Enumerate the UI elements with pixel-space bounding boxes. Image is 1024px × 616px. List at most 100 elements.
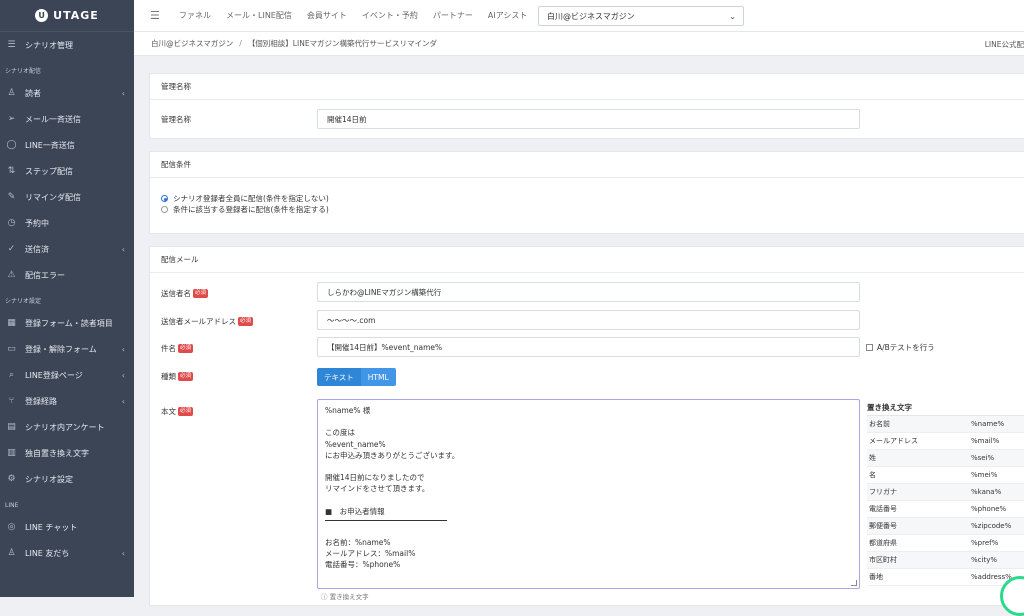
nav-link-mail-line[interactable]: メール・LINE配信 xyxy=(226,10,292,21)
ab-test-checkbox-row[interactable]: A/Bテストを行う xyxy=(866,342,935,353)
sidebar-item[interactable]: ▭ 登録・解除フォーム ‹ xyxy=(0,336,134,362)
required-badge: 必須 xyxy=(178,407,194,416)
body-line: %event_name% xyxy=(325,439,386,449)
replacement-code: %phone% xyxy=(971,505,1007,513)
sidebar-item[interactable]: ▦ 登録フォーム・読者項目 xyxy=(0,310,134,336)
breadcrumb-account[interactable]: 白川@ビジネスマガジン xyxy=(151,38,233,49)
card-header: 配信条件 xyxy=(150,152,1024,178)
replacement-row[interactable]: 名 %mei% xyxy=(867,467,1024,484)
sidebar-item-label: 予約中 xyxy=(25,218,49,228)
replacement-table: 置き換え文字 お名前 %name% メールアドレス %mail% 姓 %sei% 名 %mei… xyxy=(867,399,1024,586)
replacement-row[interactable]: メールアドレス %mail% xyxy=(867,433,1024,450)
logo[interactable]: U UTAGE xyxy=(0,0,134,32)
doc-icon: ▥ xyxy=(7,448,16,458)
subject-label: 件名 必須 xyxy=(161,343,194,354)
subject-input[interactable]: 【開催14日前】%event_name% xyxy=(317,337,860,357)
replacement-code: %zipcode% xyxy=(971,522,1012,530)
replacement-name: 姓 xyxy=(869,454,876,462)
radio-button[interactable] xyxy=(161,206,168,213)
replacement-name: 番地 xyxy=(869,573,883,581)
replacement-row[interactable]: 都道府県 %pref% xyxy=(867,535,1024,552)
chevron-left-icon: ‹ xyxy=(121,244,125,254)
required-badge: 必須 xyxy=(178,344,194,353)
delivery-mail-card: 配信メール 送信者名 必須 しらかわ@LINEマガジン構築代行 送信者メールアド… xyxy=(149,246,1024,606)
chat-bubbles-icon: ◎ xyxy=(7,522,16,532)
sidebar-item[interactable]: ▤ シナリオ内アンケート xyxy=(0,414,134,440)
nav-link-funnel[interactable]: ファネル xyxy=(179,10,211,21)
user-icon: ♙ xyxy=(7,548,16,558)
sidebar-item[interactable]: ▥ 独自置き換え文字 xyxy=(0,440,134,466)
account-select[interactable]: 白川@ビジネスマガジン ⌄ xyxy=(538,6,744,26)
type-text-button[interactable]: テキスト xyxy=(317,368,361,386)
breadcrumb-scenario[interactable]: 【個別相談】LINEマガジン構築代行サービスリマインダ xyxy=(248,38,437,49)
replacement-name: 名 xyxy=(869,471,876,479)
route-icon: ⑂ xyxy=(8,396,15,406)
sidebar-item[interactable]: ⚙ シナリオ設定 xyxy=(0,466,134,492)
sidebar-item[interactable]: ◷ 予約中 xyxy=(0,210,134,236)
replacement-row[interactable]: 市区町村 %city% xyxy=(867,552,1024,569)
label-text: 件名 xyxy=(161,344,176,353)
sidebar-item-label: 配信エラー xyxy=(25,270,65,280)
replacement-row[interactable]: フリガナ %kana% xyxy=(867,484,1024,501)
body-line xyxy=(325,416,852,427)
list-icon: ☰ xyxy=(7,40,16,50)
replacement-name: メールアドレス xyxy=(869,437,918,445)
sidebar-item[interactable]: ⇅ ステップ配信 xyxy=(0,158,134,184)
hamburger-menu-icon[interactable]: ☰ xyxy=(150,9,164,22)
body-line: この度は xyxy=(325,428,355,438)
sidebar-item[interactable]: ✎ リマインダ配信 xyxy=(0,184,134,210)
condition-option-filtered[interactable]: 条件に該当する登録者に配信(条件を指定する) xyxy=(161,204,329,215)
ab-test-label: A/Bテストを行う xyxy=(877,343,935,352)
replacement-row[interactable]: 郵便番号 %zipcode% xyxy=(867,518,1024,535)
sidebar-item[interactable]: ♙ 読者 ‹ xyxy=(0,80,134,106)
replacement-row[interactable]: 番地 %address% xyxy=(867,569,1024,586)
check-icon: ✓ xyxy=(7,244,16,254)
sidebar-item[interactable]: ✓ 送信済 ‹ xyxy=(0,236,134,262)
resize-handle[interactable] xyxy=(851,580,857,586)
replacement-hint[interactable]: ⓘ 置き換え文字 xyxy=(321,591,369,601)
sidebar-item[interactable]: ⑂ 登録経路 ‹ xyxy=(0,388,134,414)
sidebar-item[interactable]: ⌕ LINE登録ページ ‹ xyxy=(0,362,134,388)
nav-link-member-site[interactable]: 会員サイト xyxy=(307,10,347,21)
nav-link-partner[interactable]: パートナー xyxy=(433,10,473,21)
sender-name-input[interactable]: しらかわ@LINEマガジン構築代行 xyxy=(317,282,860,302)
sidebar-item[interactable]: ♙ LINE 友だち ‹ xyxy=(0,540,134,566)
body-line: 開催14日前になりましたので xyxy=(325,473,425,483)
nav-link-event[interactable]: イベント・予約 xyxy=(362,10,418,21)
sidebar-item[interactable]: ◎ LINE チャット xyxy=(0,514,134,540)
replacement-code: %mei% xyxy=(971,471,998,479)
sidebar-item-label: LINE登録ページ xyxy=(25,370,83,380)
sidebar: U UTAGE ☰ シナリオ管理 シナリオ配信 ♙ 読者 ‹ ➢ メール一斉送信 ◯ LINE… xyxy=(0,0,134,597)
label-text: 本文 xyxy=(161,407,176,416)
sidebar-item[interactable]: ➢ メール一斉送信 xyxy=(0,106,134,132)
body-line xyxy=(325,495,852,506)
sidebar-item[interactable]: ⚠ 配信エラー xyxy=(0,262,134,288)
ab-test-checkbox[interactable] xyxy=(866,344,873,351)
replacement-row[interactable]: 姓 %sei% xyxy=(867,450,1024,467)
replacement-code: %city% xyxy=(971,556,997,564)
sidebar-item[interactable]: ◯ LINE一斉送信 xyxy=(0,132,134,158)
management-name-input[interactable]: 開催14日前 xyxy=(317,109,860,129)
condition-option-label: シナリオ登録者全員に配信(条件を指定しない) xyxy=(173,194,329,203)
card-header: 管理名称 xyxy=(150,74,1024,100)
replacement-code: %kana% xyxy=(971,488,1002,496)
body-textarea[interactable]: %name% 様この度は %event_name% にお申込み頂きありがとうございま… xyxy=(317,399,860,589)
sender-name-label: 送信者名 必須 xyxy=(161,288,209,299)
subject-value: 【開催14日前】%event_name% xyxy=(327,342,443,352)
type-html-button[interactable]: HTML xyxy=(360,368,396,386)
sidebar-item-label: シナリオ内アンケート xyxy=(25,422,105,432)
replacement-row[interactable]: お名前 %name% xyxy=(867,416,1024,433)
radio-button-selected[interactable] xyxy=(161,195,168,202)
chevron-left-icon: ‹ xyxy=(121,88,125,98)
label-text: 種類 xyxy=(161,372,176,381)
replacement-row[interactable]: 電話番号 %phone% xyxy=(867,501,1024,518)
sender-email-input[interactable]: 〜〜〜〜.com xyxy=(317,310,860,330)
sidebar-item-scenario-management[interactable]: ☰ シナリオ管理 xyxy=(0,32,134,58)
sidebar-item-label: シナリオ設定 xyxy=(25,474,73,484)
line-official-link[interactable]: LINE公式配 xyxy=(985,32,1024,56)
nav-link-ai-assist[interactable]: AIアシスト xyxy=(488,10,528,21)
condition-option-label: 条件に該当する登録者に配信(条件を指定する) xyxy=(173,205,329,214)
condition-option-all[interactable]: シナリオ登録者全員に配信(条件を指定しない) xyxy=(161,193,329,204)
body-line: メールアドレス：%mail% xyxy=(325,549,416,559)
body-divider xyxy=(325,519,447,521)
